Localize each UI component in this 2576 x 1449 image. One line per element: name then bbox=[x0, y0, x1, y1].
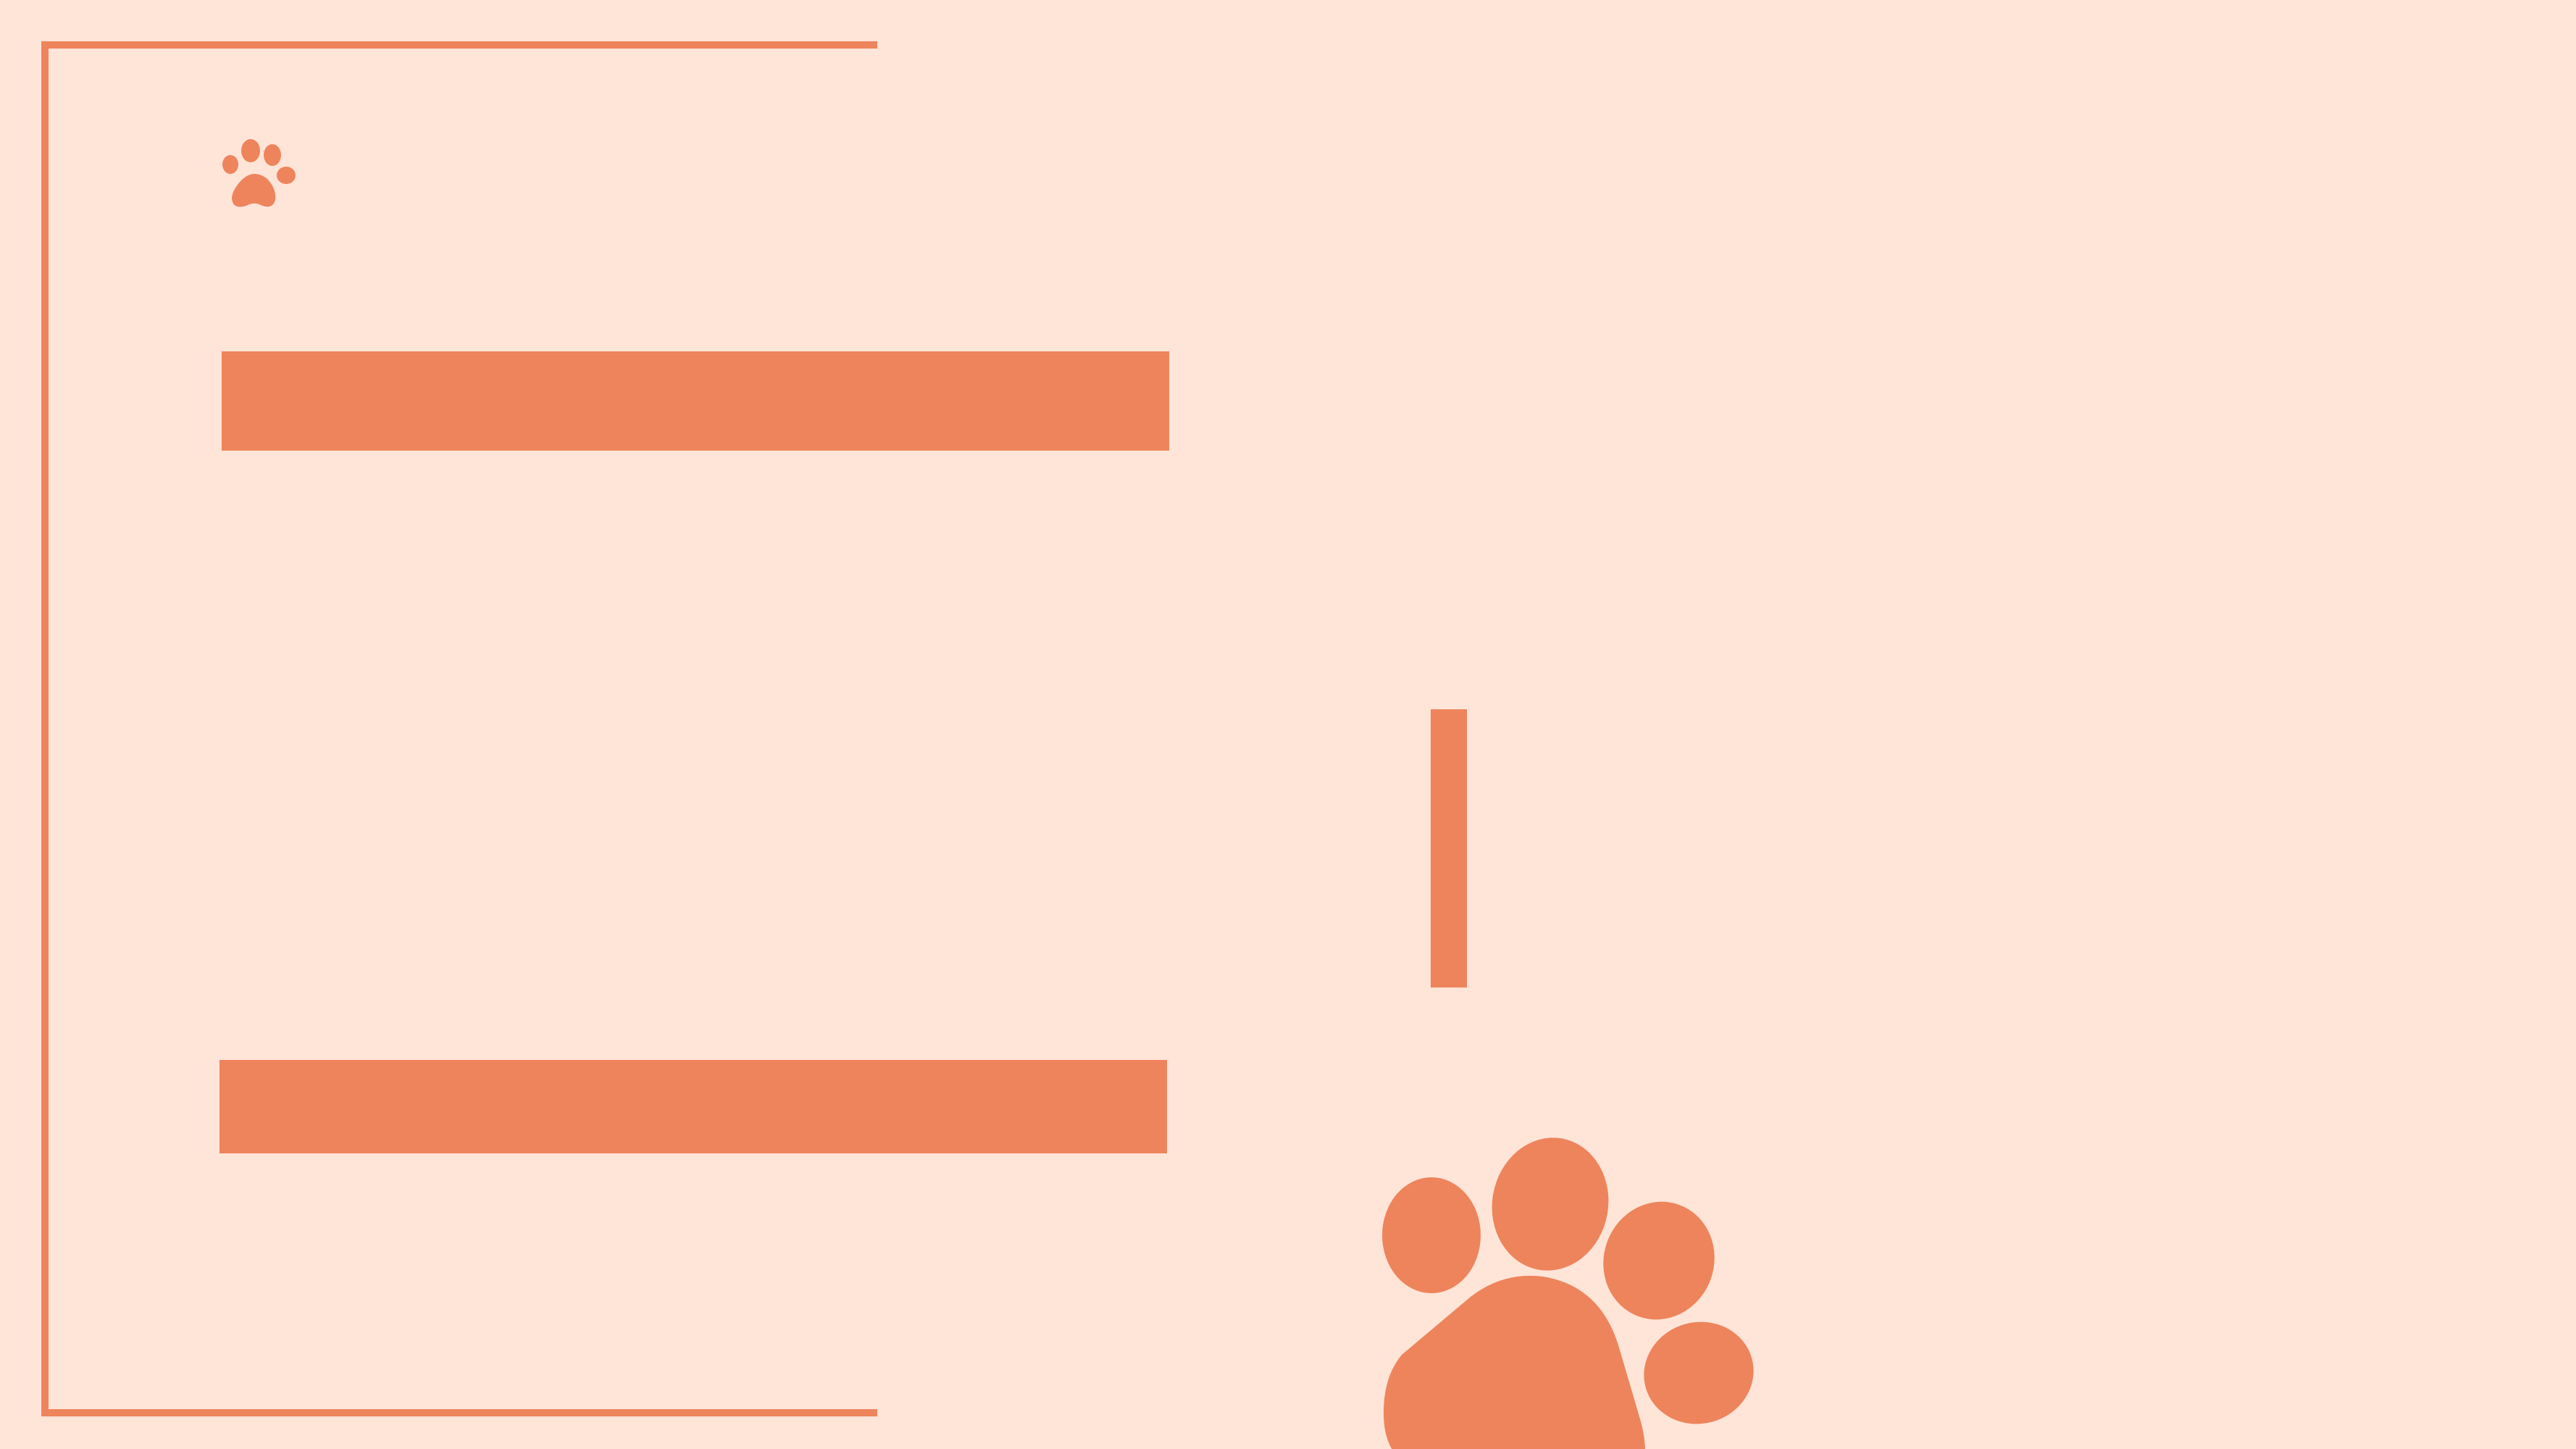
paw-print-icon bbox=[1382, 1137, 1754, 1449]
frame-left-line bbox=[41, 41, 49, 1416]
vertical-accent-bar bbox=[1431, 709, 1467, 987]
paw-print-icon bbox=[222, 139, 296, 207]
title-placeholder-bar bbox=[222, 351, 1169, 451]
subtitle-placeholder-bar bbox=[219, 1060, 1167, 1153]
frame-top-line bbox=[41, 41, 877, 49]
frame-bottom-line bbox=[41, 1409, 877, 1416]
logo bbox=[217, 138, 522, 210]
